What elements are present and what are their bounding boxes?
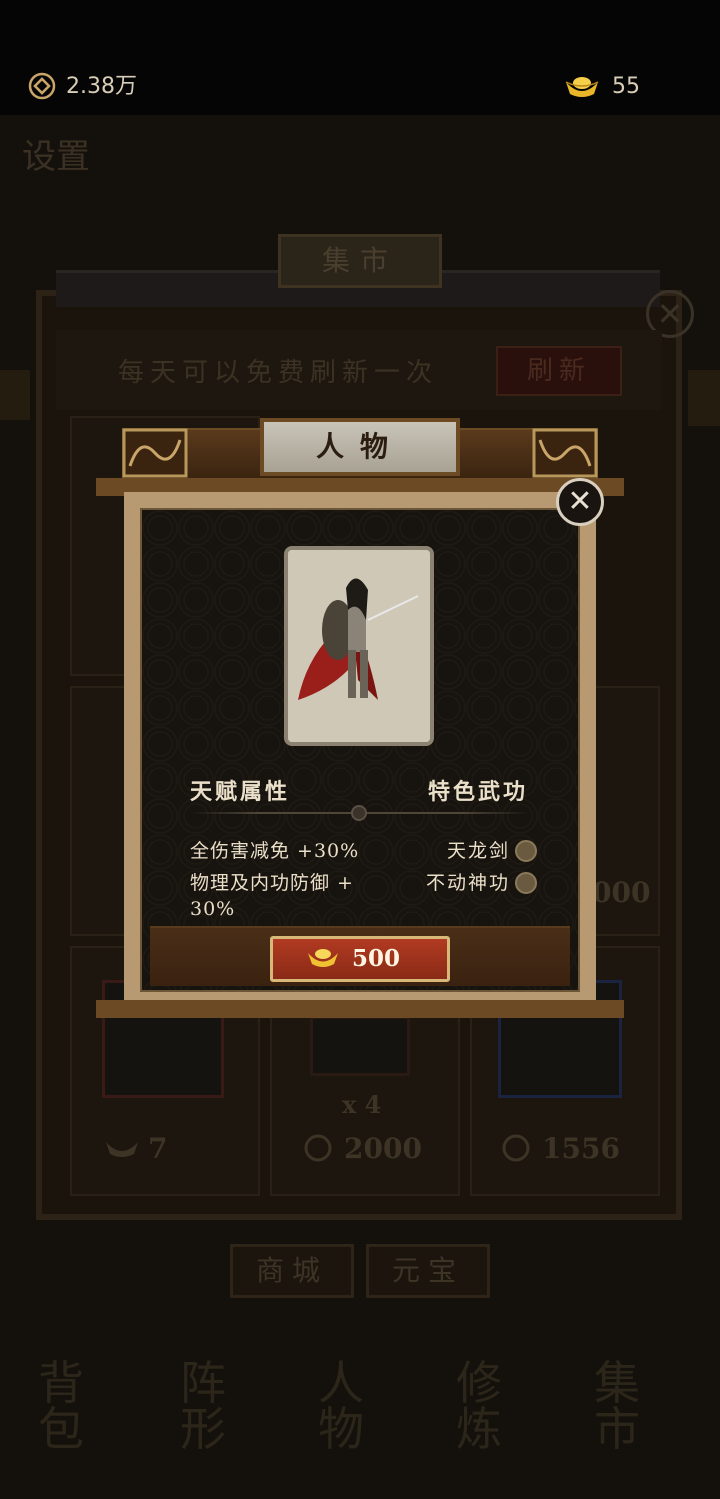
item-image [310,1016,410,1076]
item-quantity: x 4 [342,1090,382,1119]
ingot-icon [565,77,599,97]
nav-training[interactable]: 修炼 [456,1360,546,1452]
coin-icon [28,72,56,100]
skill-name: 天龙剑 [446,840,510,862]
skill-info-icon[interactable] [515,840,537,862]
ingot-icon [308,949,338,967]
ornament-left [122,428,188,478]
nav-formation[interactable]: 阵形 [180,1360,270,1452]
nav-character[interactable]: 人物 [318,1360,408,1452]
item-price: 2000 [344,1132,422,1165]
coin-icon [502,1134,530,1162]
refresh-button[interactable]: 刷新 [496,346,622,396]
side-tab-left [0,370,30,420]
skill-name: 不动神功 [425,872,510,894]
dialog-bottom-ledge [96,1000,624,1018]
item-price: 7 [148,1132,168,1165]
dialog-title: 人物 [260,418,460,476]
talent-line: 全伤害减免 +30% [190,840,360,862]
tab-mall[interactable]: 商城 [230,1244,354,1298]
item-price: 1556 [542,1132,620,1165]
ingot-balance: 55 [612,74,640,99]
refresh-hint: 每天可以免费刷新一次 [118,358,439,388]
ingot-icon [106,1142,138,1157]
talent-header: 天赋属性 [190,779,291,805]
talent-line: 物理及内功防御 + 30% [190,872,354,920]
nav-bag[interactable]: 背包 [38,1360,128,1452]
coin-balance: 2.38万 [66,74,137,99]
ornament-right [532,428,598,478]
character-portrait [288,550,430,742]
market-title: 集市 [278,234,442,288]
dialog-close-button[interactable]: ✕ [556,478,604,526]
nav-market[interactable]: 集市 [594,1360,684,1452]
character-card [284,546,434,746]
side-tab-right [688,370,720,426]
buy-price: 500 [352,945,401,972]
settings-button[interactable]: 设置 [22,140,102,174]
tab-ingot[interactable]: 元宝 [366,1244,490,1298]
divider-ornament [351,805,367,821]
skill-info-icon[interactable] [515,872,537,894]
item-price: 000 [592,876,651,909]
skill-header: 特色武功 [428,779,529,805]
coin-icon [304,1134,332,1162]
